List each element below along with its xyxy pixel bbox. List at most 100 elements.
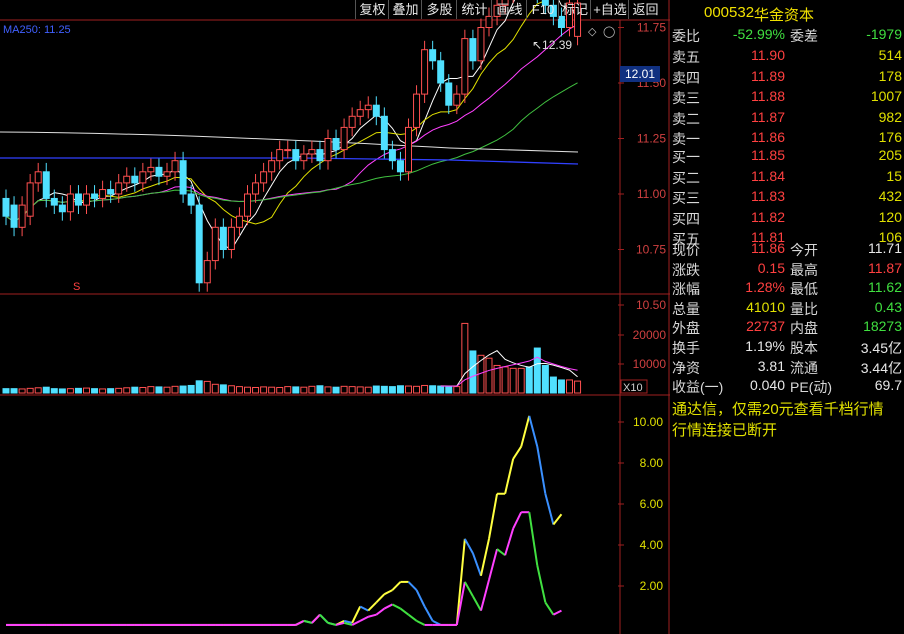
candle xyxy=(131,175,139,184)
candle xyxy=(155,166,163,177)
toolbar-button-3[interactable]: 统计 xyxy=(456,0,492,19)
indicator-line-b xyxy=(472,595,482,612)
chart-area[interactable]: MA250: 11.2512.0011.7511.5011.2511.0010.… xyxy=(0,0,670,634)
order-price: 11.87 xyxy=(751,108,785,125)
toolbar-button-2[interactable]: 多股 xyxy=(421,0,457,19)
order-price: 11.86 xyxy=(751,129,785,146)
y-tick-label: 11.25 xyxy=(637,132,666,146)
candle xyxy=(195,204,203,284)
chart-toolbar: 复权 叠加 多股 统计 画线 F10 标记 +自选 返回 xyxy=(0,0,668,20)
order-price: 11.82 xyxy=(751,208,785,225)
order-volume: 1007 xyxy=(870,88,902,105)
indicator-line-a xyxy=(367,601,378,612)
volume-bar xyxy=(26,387,34,394)
volume-bar xyxy=(83,387,90,394)
indicator-line-a xyxy=(471,552,482,577)
stat-label: 最高 xyxy=(790,261,818,278)
candle xyxy=(107,189,115,195)
candle xyxy=(203,260,211,284)
candle xyxy=(179,160,187,195)
news-ticker[interactable]: 通达信，仅需20元查看千档行情 xyxy=(672,398,884,419)
candle xyxy=(413,93,421,128)
circle-icon: ◯ xyxy=(603,26,615,38)
sell-level-3[interactable]: 卖三 11.88 1007 xyxy=(670,87,904,107)
toolbar-button-8[interactable]: 返回 xyxy=(628,0,662,19)
stat-label: 内盘 xyxy=(790,320,818,337)
volume-bar xyxy=(292,386,300,394)
volume-bar xyxy=(10,388,18,394)
volume-bar xyxy=(437,385,445,394)
volume-bar xyxy=(316,385,324,394)
indicator-line-b xyxy=(479,579,490,611)
stat-label: 收益(一) xyxy=(672,379,724,396)
candle xyxy=(91,193,99,199)
volume-bar xyxy=(574,380,582,394)
ma250-line xyxy=(0,157,579,165)
volume-bar xyxy=(147,386,155,394)
stat-label: 股本 xyxy=(790,340,818,356)
ma250-label: MA250: 11.25 xyxy=(3,24,71,36)
stat-value: 1.28% xyxy=(745,279,785,296)
candle xyxy=(115,182,123,195)
indicator-line-b xyxy=(463,581,474,597)
vol-unit: X10 xyxy=(623,382,643,394)
buy-level-2[interactable]: 买二 11.84 15 xyxy=(670,167,904,187)
toolbar-button-7[interactable]: +自选 xyxy=(590,0,629,19)
candle xyxy=(324,138,332,162)
indicator-line-b xyxy=(327,621,337,626)
ma-line xyxy=(5,0,578,251)
y-tick-label: 10.50 xyxy=(636,298,666,312)
candle xyxy=(26,182,34,217)
candle xyxy=(34,171,42,184)
sell-level-2[interactable]: 卖二 11.87 982 xyxy=(670,108,904,128)
stat-value: 3.44亿 xyxy=(860,359,902,376)
stock-code: 000532 xyxy=(704,4,755,21)
toolbar-button-5[interactable]: F10 xyxy=(526,0,559,19)
candle xyxy=(139,171,147,184)
stock-title: 000532 华金资本 xyxy=(670,3,904,25)
stat-label: 净资 xyxy=(672,359,700,376)
ma-line xyxy=(5,23,578,223)
indicator-line-b xyxy=(311,613,321,624)
toolbar-button-1[interactable]: 叠加 xyxy=(388,0,422,19)
volume-bar xyxy=(163,386,171,394)
weibi-row: 委比 -52.99% 委差 -1979 xyxy=(672,26,902,44)
indicator-line-b xyxy=(504,528,515,556)
stock-name: 华金资本 xyxy=(754,7,815,24)
candle xyxy=(18,204,26,228)
volume-bar xyxy=(445,385,453,394)
candle xyxy=(211,226,219,262)
indicator-line-a xyxy=(488,493,499,540)
toolbar-button-4[interactable]: 画线 xyxy=(491,0,527,19)
buy-level-1[interactable]: 买一 11.85 205 xyxy=(670,146,904,166)
toolbar-button-6[interactable]: 标记 xyxy=(558,0,591,19)
volume-bar xyxy=(453,386,461,394)
candle xyxy=(364,104,372,111)
indicator-line-b xyxy=(399,607,410,616)
stat-value: 0.040 xyxy=(749,377,785,394)
candle xyxy=(284,149,292,152)
candle xyxy=(380,115,388,151)
candle xyxy=(292,149,300,162)
order-volume: 15 xyxy=(886,167,902,184)
volume-bar xyxy=(284,386,292,394)
stat-row: 总量 41010 量比 0.43 xyxy=(670,298,904,318)
stat-value: 11.86 xyxy=(751,240,785,256)
volume-bar xyxy=(380,385,388,394)
order-price: 11.83 xyxy=(751,188,785,205)
indicator-line-a xyxy=(383,589,393,596)
buy-level-4[interactable]: 买四 11.82 120 xyxy=(670,208,904,228)
candle xyxy=(171,160,179,173)
toolbar-button-0[interactable]: 复权 xyxy=(355,0,389,19)
candle xyxy=(453,93,461,106)
ind-tick-label: 10.00 xyxy=(633,415,663,429)
volume-bar xyxy=(42,386,50,394)
candle xyxy=(372,104,380,117)
buy-level-3[interactable]: 买三 11.83 432 xyxy=(670,187,904,207)
indicator-line-a xyxy=(520,415,531,447)
stat-value: 41010 xyxy=(746,298,785,315)
sell-level-4[interactable]: 卖四 11.89 178 xyxy=(670,67,904,87)
candle xyxy=(252,182,260,195)
y-tick-label: 11.00 xyxy=(637,187,666,201)
sell-level-5[interactable]: 卖五 11.90 514 xyxy=(670,46,904,66)
